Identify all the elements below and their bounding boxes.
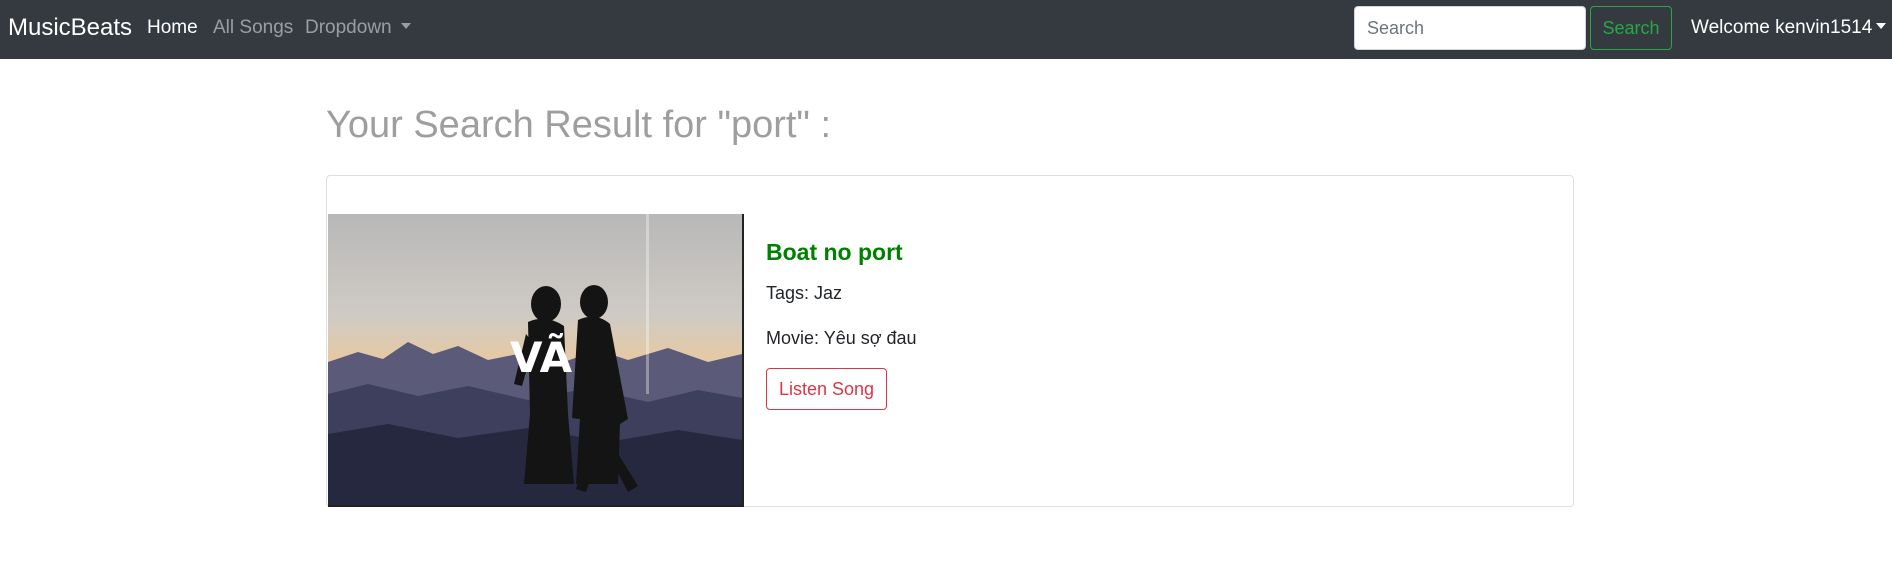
song-movie: Movie: Yêu sợ đau [766, 328, 917, 348]
listen-song-button[interactable]: Listen Song [766, 368, 887, 410]
user-menu[interactable]: Welcome kenvin1514 [1691, 17, 1887, 39]
nav-all-songs[interactable]: All Songs [213, 17, 293, 39]
result-card: VÃ Boat no port Tags: Jaz Movie: Yêu sợ … [326, 175, 1574, 507]
nav-home[interactable]: Home [147, 17, 198, 39]
chevron-down-icon [1876, 23, 1887, 29]
nav-dropdown[interactable]: Dropdown [305, 17, 411, 39]
song-tags: Tags: Jaz [766, 283, 843, 303]
top-navbar: MusicBeats Home All Songs Dropdown Searc… [0, 0, 1892, 59]
song-cover-image: VÃ [328, 214, 744, 507]
cover-watermark-text: VÃ [510, 332, 573, 382]
chevron-down-icon [400, 23, 411, 29]
nav-dropdown-label: Dropdown [305, 17, 392, 38]
page-title: Your Search Result for "port" : [326, 104, 832, 146]
cover-photo: VÃ [328, 214, 742, 505]
search-button[interactable]: Search [1590, 6, 1672, 50]
song-title: Boat no port [766, 239, 903, 265]
brand-logo[interactable]: MusicBeats [8, 14, 132, 42]
user-menu-label: Welcome kenvin1514 [1691, 17, 1873, 38]
search-input[interactable] [1354, 6, 1586, 50]
